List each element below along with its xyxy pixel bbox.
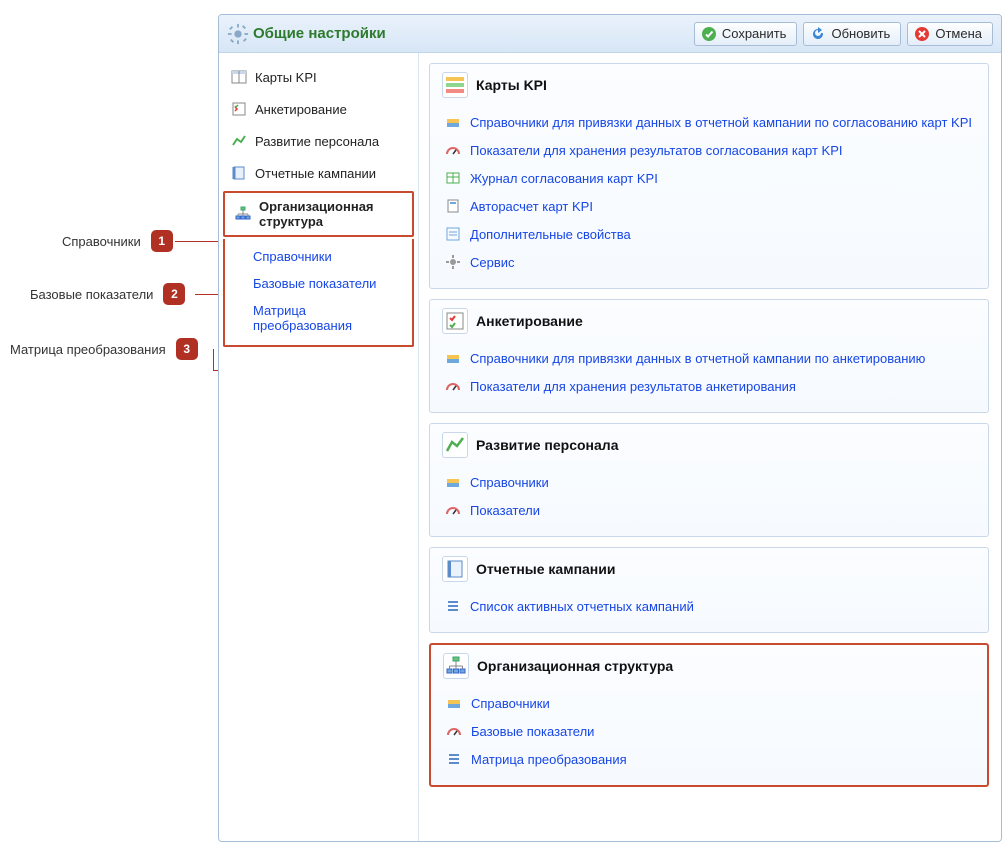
section-survey-title: Анкетирование bbox=[476, 313, 583, 329]
link-org-1[interactable]: Базовые показатели bbox=[471, 724, 594, 739]
sidebar-item-label: Анкетирование bbox=[255, 102, 347, 117]
cancel-button[interactable]: Отмена bbox=[907, 22, 993, 46]
org-chart-icon bbox=[235, 206, 251, 222]
callout-3: Матрица преобразования 3 bbox=[10, 338, 198, 360]
sidebar-item-label: Организационная структура bbox=[259, 199, 404, 229]
sidebar-item-survey[interactable]: Анкетирование bbox=[219, 93, 418, 125]
survey-icon bbox=[442, 308, 468, 334]
refresh-icon bbox=[810, 26, 826, 42]
sidebar-sub-bazovye[interactable]: Базовые показатели bbox=[253, 270, 404, 297]
section-org-title: Организационная структура bbox=[477, 658, 673, 674]
sidebar-item-reports[interactable]: Отчетные кампании bbox=[219, 157, 418, 189]
link-reports-0[interactable]: Список активных отчетных кампаний bbox=[470, 599, 694, 614]
stack-icon bbox=[444, 113, 462, 131]
checklist-icon bbox=[231, 101, 247, 117]
gear-icon bbox=[227, 23, 249, 45]
sidebar-sub-matrica[interactable]: Матрица преобразования bbox=[253, 297, 404, 339]
callout-2: Базовые показатели 2 bbox=[30, 283, 185, 305]
settings-window: Общие настройки Сохранить Обновить Отмен… bbox=[218, 14, 1002, 842]
gauge-icon bbox=[444, 501, 462, 519]
notebook-icon bbox=[231, 165, 247, 181]
section-reports: Отчетные кампании Список активных отчетн… bbox=[429, 547, 989, 633]
cancel-button-label: Отмена bbox=[935, 26, 982, 41]
link-kpi-5[interactable]: Сервис bbox=[470, 255, 515, 270]
gauge-icon bbox=[445, 722, 463, 740]
refresh-button-label: Обновить bbox=[831, 26, 890, 41]
list-icon bbox=[445, 750, 463, 768]
section-org: Организационная структура Справочники Ба… bbox=[429, 643, 989, 787]
sidebar-sub-org: Справочники Базовые показатели Матрица п… bbox=[223, 239, 414, 347]
table-icon bbox=[231, 69, 247, 85]
link-org-2[interactable]: Матрица преобразования bbox=[471, 752, 627, 767]
link-org-0[interactable]: Справочники bbox=[471, 696, 550, 711]
stack-icon bbox=[444, 473, 462, 491]
window-title: Общие настройки bbox=[253, 25, 386, 42]
reports-icon bbox=[442, 556, 468, 582]
save-button[interactable]: Сохранить bbox=[694, 22, 798, 46]
link-kpi-4[interactable]: Дополнительные свойства bbox=[470, 227, 631, 242]
gear-small-icon bbox=[444, 253, 462, 271]
callout-1-label: Справочники bbox=[62, 234, 141, 249]
link-survey-1[interactable]: Показатели для хранения результатов анке… bbox=[470, 379, 796, 394]
kpi-cards-icon bbox=[442, 72, 468, 98]
link-kpi-3[interactable]: Авторасчет карт KPI bbox=[470, 199, 593, 214]
section-dev-title: Развитие персонала bbox=[476, 437, 618, 453]
save-button-label: Сохранить bbox=[722, 26, 787, 41]
link-dev-1[interactable]: Показатели bbox=[470, 503, 540, 518]
chart-up-icon bbox=[231, 133, 247, 149]
stack-icon bbox=[445, 694, 463, 712]
callout-1: Справочники 1 bbox=[62, 230, 173, 252]
sidebar-sub-spravochniki[interactable]: Справочники bbox=[253, 243, 404, 270]
check-circle-icon bbox=[701, 26, 717, 42]
callout-2-badge: 2 bbox=[163, 283, 185, 305]
link-survey-0[interactable]: Справочники для привязки данных в отчетн… bbox=[470, 351, 925, 366]
callout-1-badge: 1 bbox=[151, 230, 173, 252]
section-survey: Анкетирование Справочники для привязки д… bbox=[429, 299, 989, 413]
sidebar-item-label: Отчетные кампании bbox=[255, 166, 376, 181]
section-kpi-title: Карты KPI bbox=[476, 77, 547, 93]
cancel-icon bbox=[914, 26, 930, 42]
list-icon bbox=[444, 597, 462, 615]
sidebar: Карты KPI Анкетирование Развитие персона… bbox=[219, 53, 419, 841]
table-small-icon bbox=[444, 169, 462, 187]
section-kpi: Карты KPI Справочники для привязки данны… bbox=[429, 63, 989, 289]
link-dev-0[interactable]: Справочники bbox=[470, 475, 549, 490]
content-area: Карты KPI Справочники для привязки данны… bbox=[419, 53, 1001, 841]
gauge-icon bbox=[444, 141, 462, 159]
callout-3-label: Матрица преобразования bbox=[10, 342, 166, 357]
sidebar-item-kpi[interactable]: Карты KPI bbox=[219, 61, 418, 93]
refresh-button[interactable]: Обновить bbox=[803, 22, 901, 46]
section-reports-title: Отчетные кампании bbox=[476, 561, 615, 577]
link-kpi-2[interactable]: Журнал согласования карт KPI bbox=[470, 171, 658, 186]
sidebar-item-org[interactable]: Организационная структура bbox=[223, 191, 414, 237]
dev-icon bbox=[442, 432, 468, 458]
sidebar-item-label: Карты KPI bbox=[255, 70, 317, 85]
calc-icon bbox=[444, 197, 462, 215]
sidebar-item-dev[interactable]: Развитие персонала bbox=[219, 125, 418, 157]
org-icon bbox=[443, 653, 469, 679]
window-header: Общие настройки Сохранить Обновить Отмен… bbox=[219, 15, 1001, 53]
callout-2-label: Базовые показатели bbox=[30, 287, 153, 302]
stack-icon bbox=[444, 349, 462, 367]
props-icon bbox=[444, 225, 462, 243]
section-dev: Развитие персонала Справочники Показател… bbox=[429, 423, 989, 537]
sidebar-item-label: Развитие персонала bbox=[255, 134, 379, 149]
link-kpi-1[interactable]: Показатели для хранения результатов согл… bbox=[470, 143, 843, 158]
gauge-icon bbox=[444, 377, 462, 395]
link-kpi-0[interactable]: Справочники для привязки данных в отчетн… bbox=[470, 115, 972, 130]
callout-3-badge: 3 bbox=[176, 338, 198, 360]
